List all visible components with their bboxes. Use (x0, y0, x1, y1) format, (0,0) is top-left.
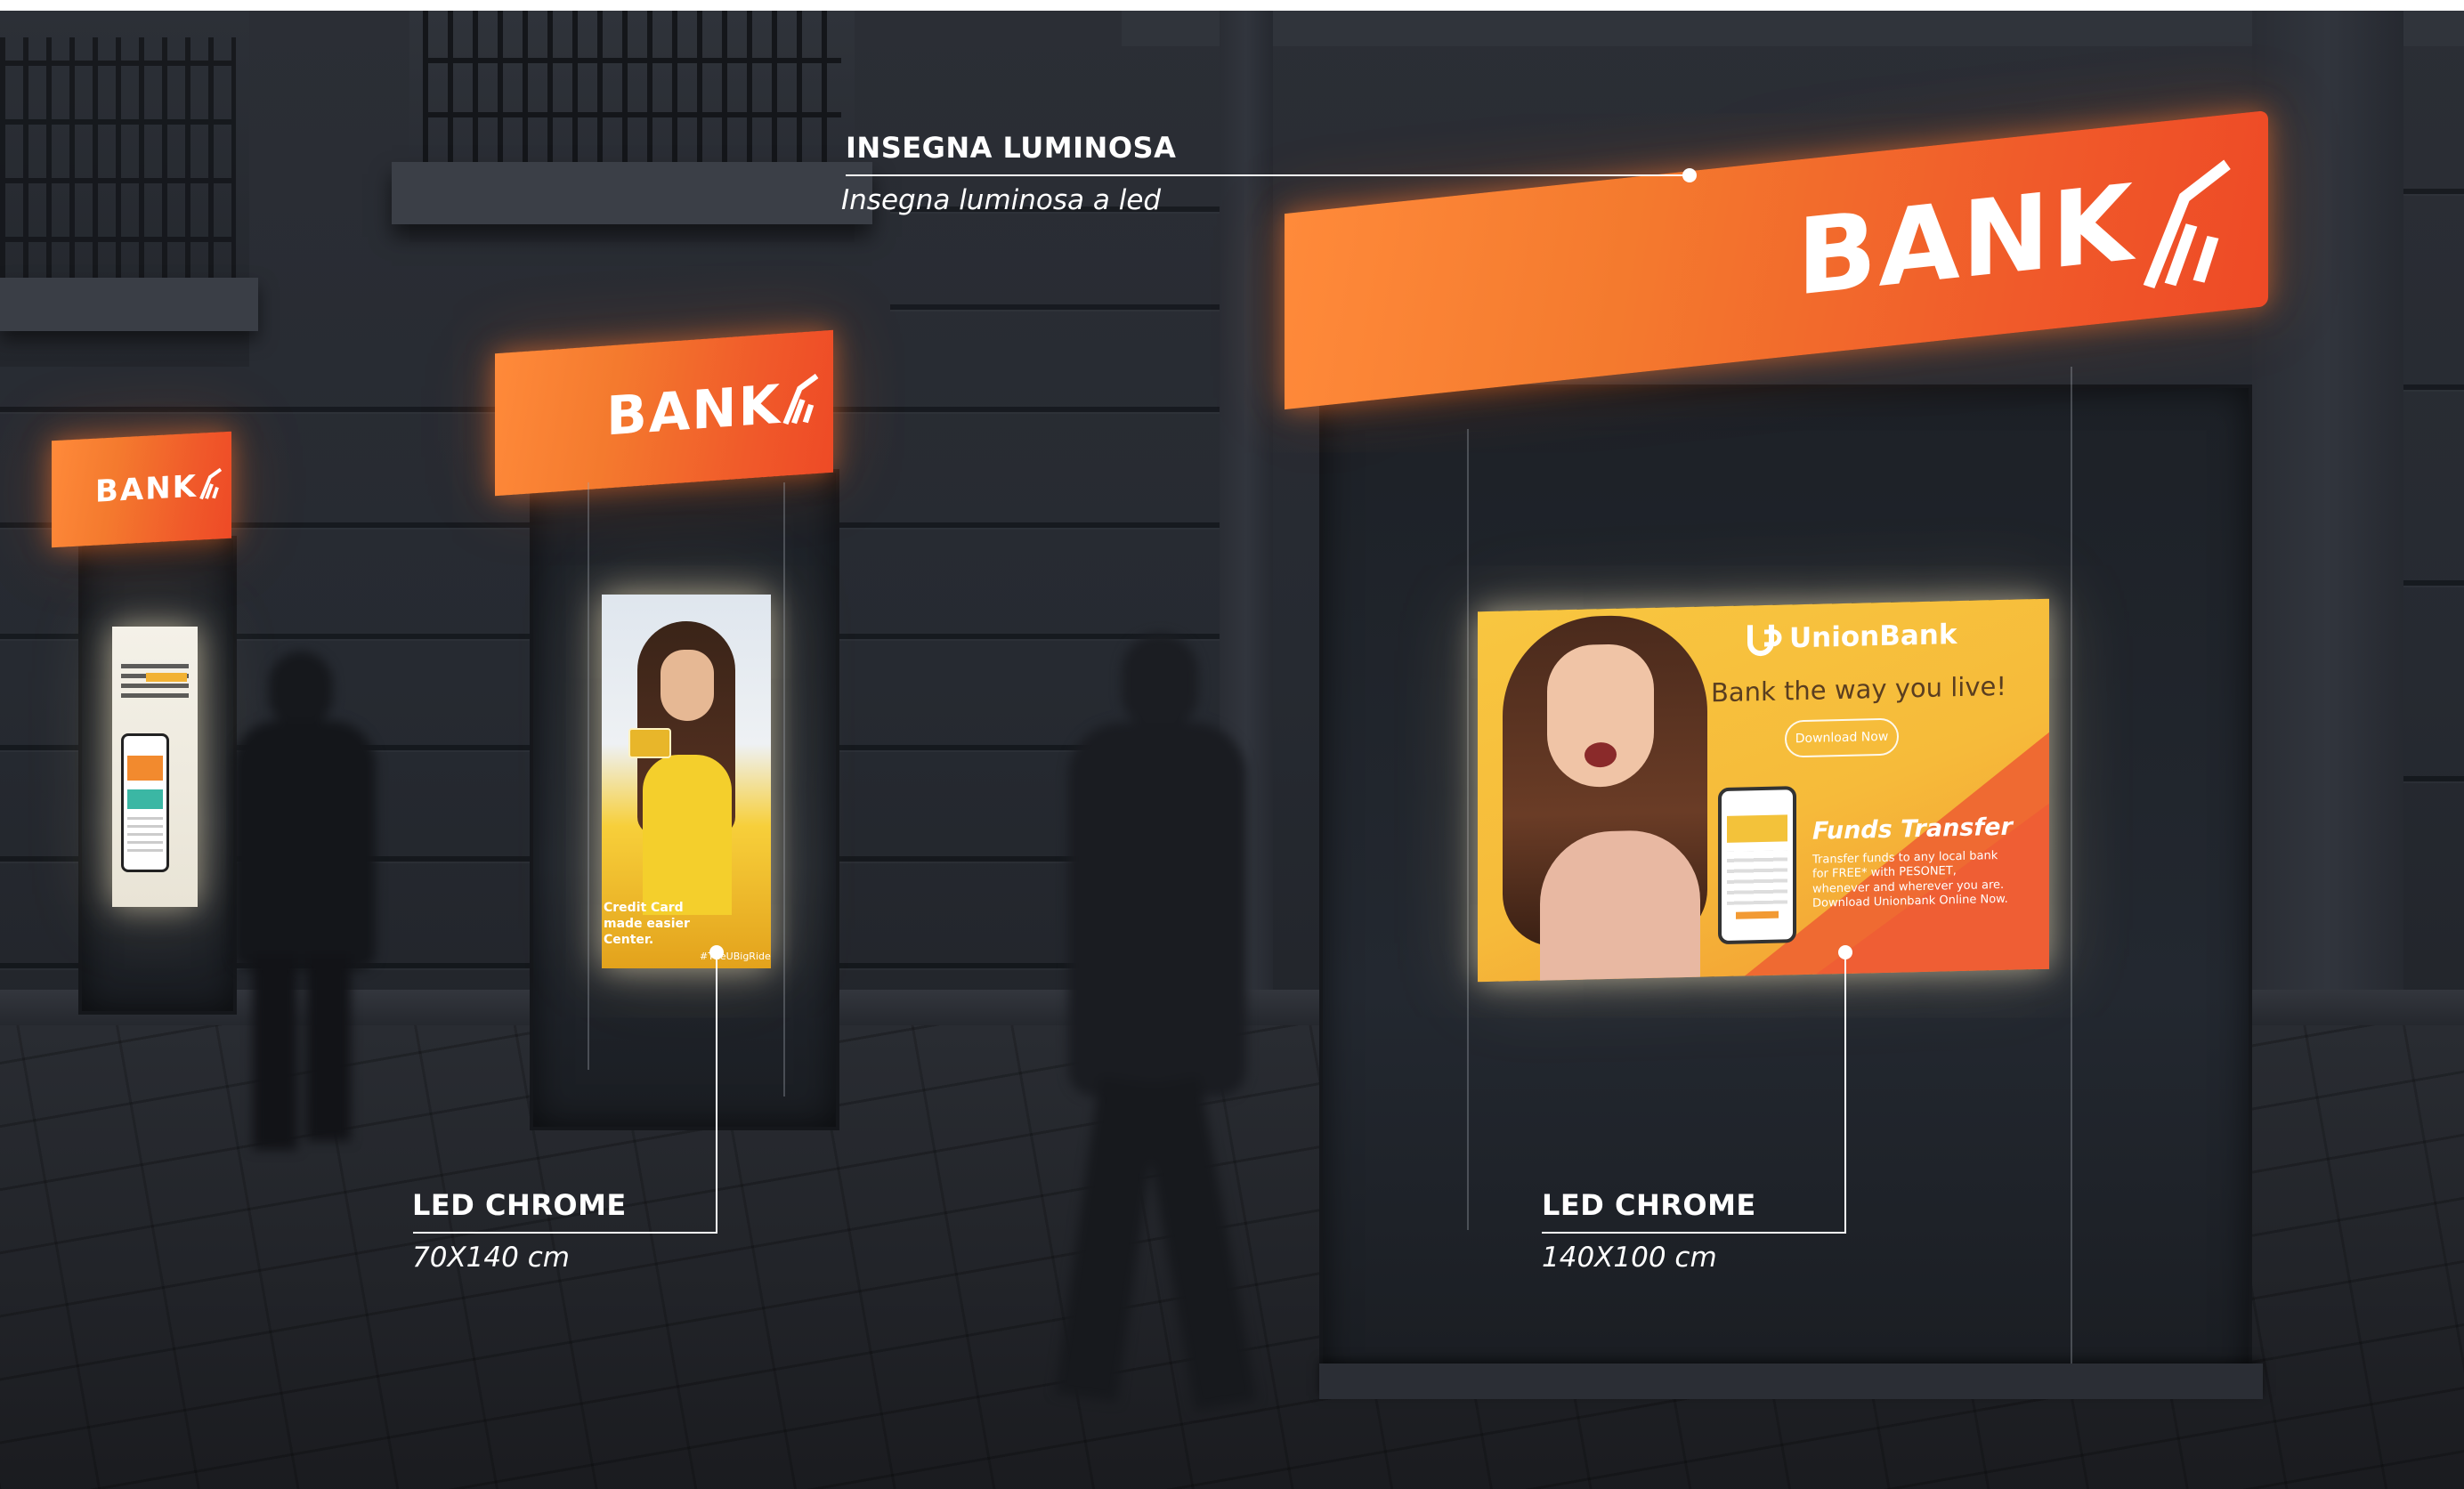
balcony-ledge-left (0, 278, 258, 331)
wire (2071, 367, 2072, 1364)
groove (2403, 384, 2464, 390)
groove (2403, 776, 2464, 781)
poster-card-line-3: Center. (604, 933, 654, 947)
balcony-railing-middle (423, 11, 841, 166)
poster-card-line-1: Credit Card (604, 901, 684, 915)
poster-app-left (112, 627, 198, 907)
poster-unionbank: UnionBank Bank the way you live! Downloa… (1478, 598, 2049, 983)
annotation-panel-large-leader-horizontal (1542, 1232, 1846, 1234)
window-right-sill (1319, 1364, 2263, 1399)
poster-ub-body: Transfer funds to any local bank for FRE… (1812, 849, 2008, 910)
credit-card-icon (628, 728, 671, 758)
groove (890, 304, 1246, 310)
balcony-ledge-middle (392, 162, 872, 224)
poster-woman-top (643, 755, 732, 915)
poster-ub-brand: UnionBank (1789, 619, 1957, 655)
poster-card-line-2: made easier (604, 917, 690, 931)
smartphone-icon (1718, 786, 1796, 945)
poster-app-highlight (146, 673, 187, 682)
poster-woman-face (661, 650, 714, 721)
sign-right: BANK (1285, 109, 2268, 410)
groove (2403, 580, 2464, 586)
wire (1467, 429, 1469, 1230)
annotation-panel-small-title: LED CHROME (412, 1188, 627, 1222)
poster-ub-download-button: Download Now (1785, 717, 1899, 758)
smartphone-icon (121, 733, 169, 872)
pedestrian-left (214, 651, 401, 1150)
pedestrian-right (1015, 634, 1282, 1417)
annotation-sign-dot (1682, 168, 1697, 182)
storefront-scene: BANK BANK Credit Card made easier Center… (0, 11, 2464, 1489)
annotation-sign-leader-line (846, 174, 1691, 176)
chevron-chart-icon (2143, 159, 2231, 288)
wire (588, 482, 589, 1070)
annotation-panel-small-subtitle: 70X140 cm (412, 1242, 570, 1274)
annotation-panel-large-subtitle: 140X100 cm (1542, 1242, 1717, 1274)
annotation-sign-subtitle: Insegna luminosa a led (841, 184, 1162, 216)
annotation-panel-large-leader-vertical (1844, 952, 1846, 1234)
annotation-sign-title: INSEGNA LUMINOSA (846, 131, 1177, 165)
annotation-panel-small-leader-horizontal (413, 1232, 717, 1234)
chevron-chart-icon (199, 467, 223, 500)
poster-ub-woman-shoulder (1540, 829, 1700, 983)
balcony-railing-left (0, 37, 236, 295)
sign-left: BANK (52, 431, 231, 548)
poster-ub-headline: Funds Transfer (1812, 813, 2013, 846)
ub-monogram-icon (1747, 624, 1782, 657)
wire (783, 482, 785, 1097)
annotation-panel-small-leader-vertical (716, 952, 717, 1234)
groove (2403, 189, 2464, 194)
annotation-panel-large-title: LED CHROME (1542, 1188, 1756, 1222)
sign-middle: BANK (495, 329, 833, 497)
chevron-chart-icon (782, 373, 819, 425)
poster-card-middle: Credit Card made easier Center. #TheUBig… (602, 595, 771, 968)
